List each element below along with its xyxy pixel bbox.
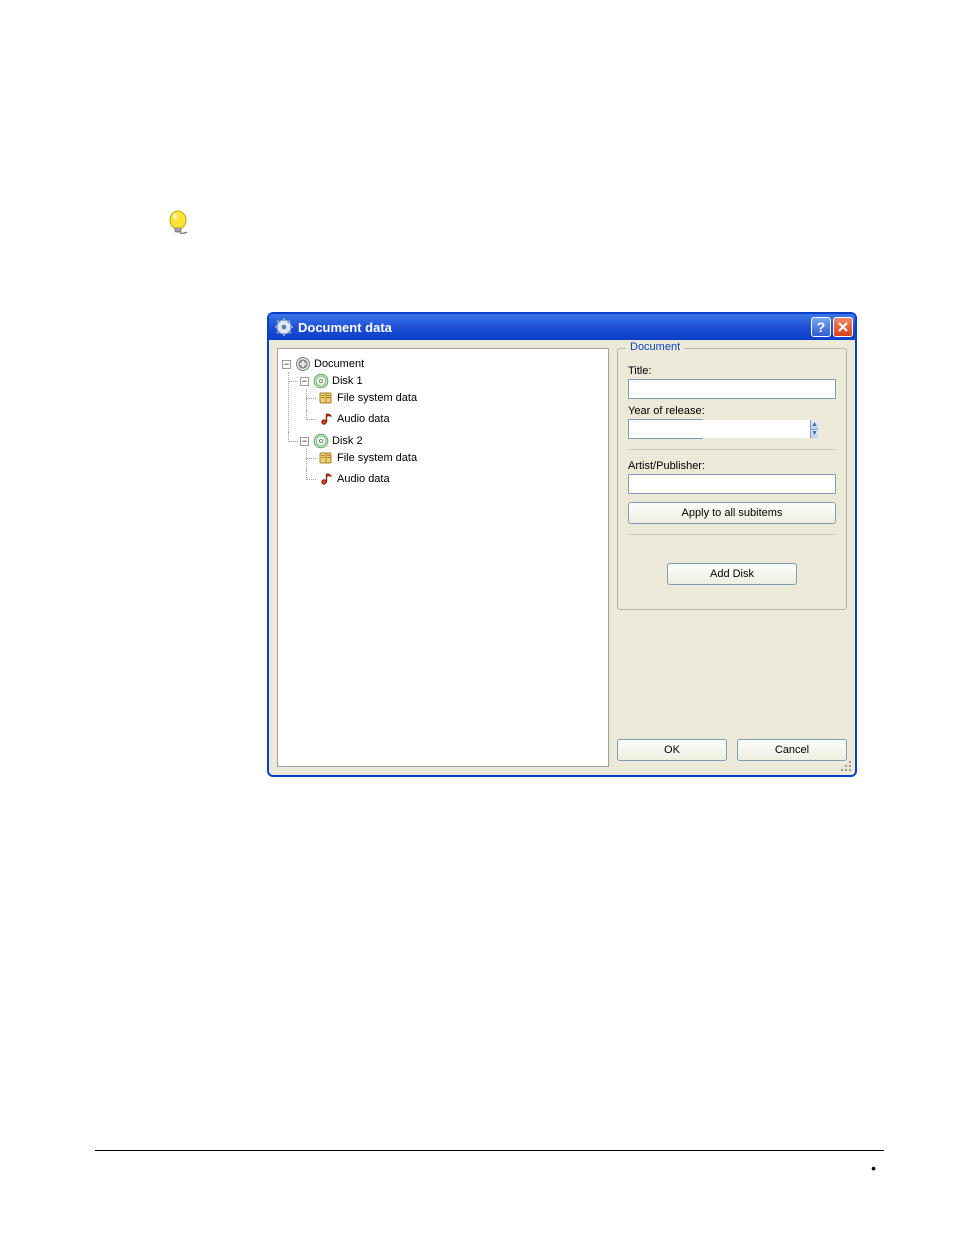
cancel-button[interactable]: Cancel <box>737 739 847 761</box>
tree-disk[interactable]: − Disk 2 <box>300 433 363 449</box>
expander-icon[interactable]: − <box>300 377 309 386</box>
year-spinner[interactable]: ▲ ▼ <box>628 419 703 439</box>
expander-icon[interactable]: − <box>300 437 309 446</box>
disk-icon <box>313 433 329 449</box>
gear-icon <box>275 318 293 336</box>
document-data-dialog: Document data ? − <box>267 312 857 777</box>
add-disk-button[interactable]: Add Disk <box>667 563 797 585</box>
tree-node-label: File system data <box>337 452 417 464</box>
spinner-down-icon[interactable]: ▼ <box>810 429 818 439</box>
book-icon <box>318 450 334 466</box>
footer-bullet: • <box>871 1160 876 1176</box>
tree-leaf[interactable]: File system data <box>318 390 417 406</box>
titlebar[interactable]: Document data ? <box>269 314 855 340</box>
tree-node-label: Audio data <box>337 473 390 485</box>
document-tree[interactable]: − Document − <box>277 348 609 767</box>
apply-subitems-button[interactable]: Apply to all subitems <box>628 502 836 524</box>
footer-rule <box>95 1150 884 1151</box>
dialog-title: Document data <box>298 320 392 335</box>
tree-leaf[interactable]: File system data <box>318 450 417 466</box>
book-icon <box>318 390 334 406</box>
title-label: Title: <box>628 365 836 377</box>
tree-node-label: File system data <box>337 392 417 404</box>
artist-label: Artist/Publisher: <box>628 460 836 472</box>
tree-node-label: Audio data <box>337 413 390 425</box>
title-input[interactable] <box>628 379 836 399</box>
disk-icon <box>313 373 329 389</box>
tree-disk[interactable]: − Disk 1 <box>300 373 363 389</box>
close-button[interactable] <box>833 317 853 337</box>
audio-icon <box>318 411 334 427</box>
year-input[interactable] <box>629 420 810 438</box>
audio-icon <box>318 471 334 487</box>
ok-button[interactable]: OK <box>617 739 727 761</box>
tree-leaf[interactable]: Audio data <box>318 471 390 487</box>
document-icon <box>295 356 311 372</box>
spinner-up-icon[interactable]: ▲ <box>810 420 818 429</box>
tree-root[interactable]: − Document <box>282 356 364 372</box>
groupbox-legend: Document <box>626 341 684 353</box>
lightbulb-icon <box>165 210 191 236</box>
expander-icon[interactable]: − <box>282 360 291 369</box>
tree-node-label: Document <box>314 358 364 370</box>
tree-node-label: Disk 1 <box>332 375 363 387</box>
tree-node-label: Disk 2 <box>332 435 363 447</box>
year-label: Year of release: <box>628 405 836 417</box>
tree-leaf[interactable]: Audio data <box>318 411 390 427</box>
help-button[interactable]: ? <box>811 317 831 337</box>
resize-grip-icon[interactable] <box>839 759 853 773</box>
artist-input[interactable] <box>628 474 836 494</box>
document-groupbox: Document Title: Year of release: ▲ ▼ Art… <box>617 348 847 610</box>
